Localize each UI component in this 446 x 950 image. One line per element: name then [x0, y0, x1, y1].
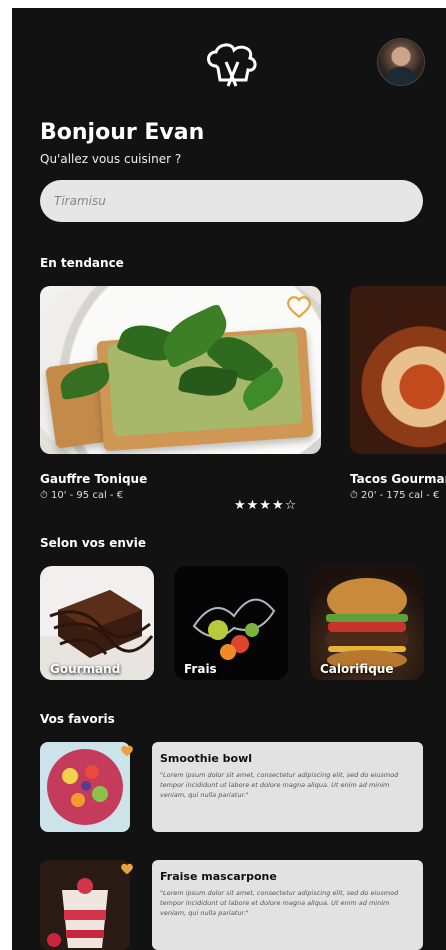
search-input[interactable]: [40, 180, 423, 222]
chef-hat-logo-icon: [207, 43, 257, 87]
trending-item-title: Gauffre Tonique: [40, 472, 148, 486]
heart-icon[interactable]: [286, 294, 312, 320]
app-screen: Bonjour Evan Qu'allez vous cuisiner ? En…: [12, 8, 446, 950]
greeting-title: Bonjour Evan: [40, 120, 205, 145]
favorite-image-smoothie[interactable]: [40, 742, 130, 832]
section-categories-heading: Selon vos envie: [40, 536, 147, 550]
category-label: Gourmand: [50, 662, 121, 676]
favorite-card-smoothie[interactable]: Smoothie bowl "Lorem ipsum dolor sit ame…: [152, 742, 423, 832]
favorite-description: "Lorem ipsum dolor sit amet, consectetur…: [160, 889, 399, 917]
trending-item-title: Tacos Gourmand: [350, 472, 446, 486]
section-favorites-heading: Vos favoris: [40, 712, 115, 726]
heart-icon[interactable]: [120, 862, 134, 876]
heart-icon[interactable]: [120, 744, 134, 758]
category-label: Frais: [184, 662, 217, 676]
trending-item-meta: ⏱ 10' - 95 cal - €: [40, 490, 124, 501]
favorite-card-fraise[interactable]: Fraise mascarpone "Lorem ipsum dolor sit…: [152, 860, 423, 950]
favorite-description: "Lorem ipsum dolor sit amet, consectetur…: [160, 771, 399, 799]
category-label: Calorifique: [320, 662, 394, 676]
smoothie-bowl-image: [47, 749, 123, 825]
favorite-image-fraise[interactable]: [40, 860, 130, 950]
rating-stars: ★★★★☆: [234, 498, 298, 513]
trending-card-gauffre[interactable]: [40, 286, 321, 454]
trending-card-tacos[interactable]: [350, 286, 446, 454]
favorite-title: Smoothie bowl: [160, 752, 253, 765]
section-trending-heading: En tendance: [40, 256, 124, 270]
avatar[interactable]: [377, 38, 425, 86]
greeting-subtitle: Qu'allez vous cuisiner ?: [40, 152, 182, 166]
strawberry-dessert-image: [47, 878, 108, 948]
category-frais[interactable]: Frais: [174, 566, 288, 680]
category-calorifique[interactable]: Calorifique: [310, 566, 424, 680]
trending-item-meta: ⏱ 20' - 175 cal - €: [350, 490, 440, 501]
favorite-title: Fraise mascarpone: [160, 870, 277, 883]
category-gourmand[interactable]: Gourmand: [40, 566, 154, 680]
